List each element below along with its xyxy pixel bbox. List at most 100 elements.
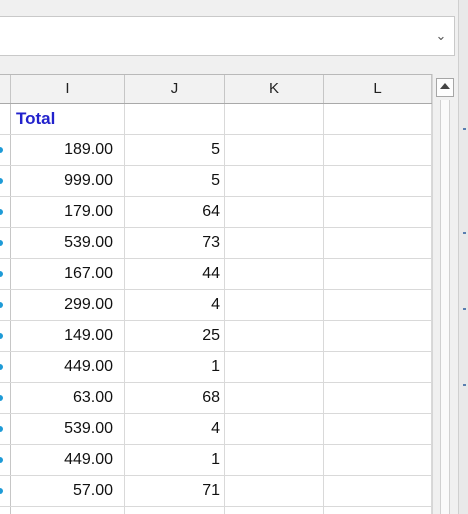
cell-j[interactable] — [125, 104, 225, 134]
cell-l[interactable] — [324, 135, 432, 165]
cell-k[interactable] — [225, 104, 324, 134]
row-marker-icon — [0, 426, 3, 432]
cell-quantity[interactable]: 1 — [125, 445, 225, 475]
cell-quantity[interactable]: 4 — [125, 290, 225, 320]
cell-k[interactable] — [225, 414, 324, 444]
panel-edge-marker — [463, 308, 466, 310]
vertical-scrollbar[interactable] — [432, 74, 456, 514]
row-marker-icon — [0, 457, 3, 463]
chevron-down-icon[interactable]: ⌄ — [434, 28, 448, 44]
column-header-i[interactable]: I — [11, 75, 125, 103]
cell-h[interactable] — [0, 507, 11, 514]
cell-h[interactable] — [0, 197, 11, 227]
column-header-k[interactable]: K — [225, 75, 324, 103]
cell-l[interactable] — [324, 507, 432, 514]
table-row: 539.00 4 — [0, 414, 432, 445]
cell-total[interactable]: 63.00 — [11, 383, 125, 413]
cell-l[interactable] — [324, 228, 432, 258]
column-header-l[interactable]: L — [324, 75, 432, 103]
cell-l[interactable] — [324, 259, 432, 289]
cell-total[interactable]: 449.00 — [11, 445, 125, 475]
row-marker-icon — [0, 364, 3, 370]
cell-h[interactable] — [0, 104, 11, 134]
cell-k[interactable] — [225, 228, 324, 258]
cell-h[interactable] — [0, 445, 11, 475]
cell-total[interactable]: 149.00 — [11, 321, 125, 351]
cell-total-label[interactable]: Total — [11, 104, 125, 134]
cell-quantity[interactable]: 1 — [125, 352, 225, 382]
row-marker-icon — [0, 395, 3, 401]
cell-k[interactable] — [225, 445, 324, 475]
cell-total[interactable]: 167.00 — [11, 259, 125, 289]
table-row: 63.00 68 — [0, 383, 432, 414]
column-header-h[interactable] — [0, 75, 11, 103]
table-row: 167.00 44 — [0, 259, 432, 290]
table-row: 449.00 1 — [0, 352, 432, 383]
cell-quantity[interactable]: 5 — [125, 166, 225, 196]
table-row: 149.00 25 — [0, 321, 432, 352]
cell-total[interactable]: 179.00 — [11, 197, 125, 227]
cell-k[interactable] — [225, 352, 324, 382]
cell-h[interactable] — [0, 259, 11, 289]
row-marker-icon — [0, 271, 3, 277]
row-marker-icon — [0, 240, 3, 246]
cell-total[interactable]: 999.00 — [11, 166, 125, 196]
formula-combo-box[interactable]: ⌄ — [0, 16, 455, 56]
cell-l[interactable] — [324, 166, 432, 196]
cell-k[interactable] — [225, 259, 324, 289]
cell-h[interactable] — [0, 352, 11, 382]
cell-total[interactable] — [11, 507, 125, 514]
cell-l[interactable] — [324, 476, 432, 506]
cell-quantity[interactable]: 25 — [125, 321, 225, 351]
cell-l[interactable] — [324, 445, 432, 475]
cell-quantity[interactable]: 64 — [125, 197, 225, 227]
cell-k[interactable] — [225, 476, 324, 506]
cell-k[interactable] — [225, 507, 324, 514]
cell-l[interactable] — [324, 352, 432, 382]
cell-k[interactable] — [225, 135, 324, 165]
cell-quantity[interactable]: 5 — [125, 135, 225, 165]
cell-total[interactable]: 449.00 — [11, 352, 125, 382]
cell-k[interactable] — [225, 321, 324, 351]
cell-quantity[interactable]: 44 — [125, 259, 225, 289]
table-row: 299.00 4 — [0, 290, 432, 321]
title-strip — [0, 0, 468, 16]
cell-total[interactable]: 299.00 — [11, 290, 125, 320]
cell-l[interactable] — [324, 321, 432, 351]
cell-quantity[interactable] — [125, 507, 225, 514]
cell-k[interactable] — [225, 290, 324, 320]
column-header-j[interactable]: J — [125, 75, 225, 103]
cell-total[interactable]: 539.00 — [11, 228, 125, 258]
table-row: 179.00 64 — [0, 197, 432, 228]
cell-h[interactable] — [0, 135, 11, 165]
adjacent-panel-edge — [458, 0, 468, 514]
cell-k[interactable] — [225, 166, 324, 196]
cell-l[interactable] — [324, 197, 432, 227]
cell-total[interactable]: 539.00 — [11, 414, 125, 444]
cell-h[interactable] — [0, 290, 11, 320]
cell-l[interactable] — [324, 414, 432, 444]
table-row: 189.00 5 — [0, 135, 432, 166]
scroll-up-button[interactable] — [436, 78, 454, 97]
cell-h[interactable] — [0, 476, 11, 506]
cell-quantity[interactable]: 4 — [125, 414, 225, 444]
cell-total[interactable]: 57.00 — [11, 476, 125, 506]
cell-total[interactable]: 189.00 — [11, 135, 125, 165]
scrollbar-track[interactable] — [440, 100, 450, 514]
cell-h[interactable] — [0, 414, 11, 444]
table-row: 539.00 73 — [0, 228, 432, 259]
cell-quantity[interactable]: 71 — [125, 476, 225, 506]
spreadsheet-grid: I J K L Total 189.00 5 999.00 5 179.00 6… — [0, 74, 432, 514]
cell-h[interactable] — [0, 228, 11, 258]
cell-l[interactable] — [324, 104, 432, 134]
row-marker-icon — [0, 488, 3, 494]
cell-l[interactable] — [324, 290, 432, 320]
cell-h[interactable] — [0, 321, 11, 351]
cell-k[interactable] — [225, 383, 324, 413]
cell-k[interactable] — [225, 197, 324, 227]
cell-quantity[interactable]: 73 — [125, 228, 225, 258]
cell-h[interactable] — [0, 166, 11, 196]
cell-l[interactable] — [324, 383, 432, 413]
cell-quantity[interactable]: 68 — [125, 383, 225, 413]
cell-h[interactable] — [0, 383, 11, 413]
